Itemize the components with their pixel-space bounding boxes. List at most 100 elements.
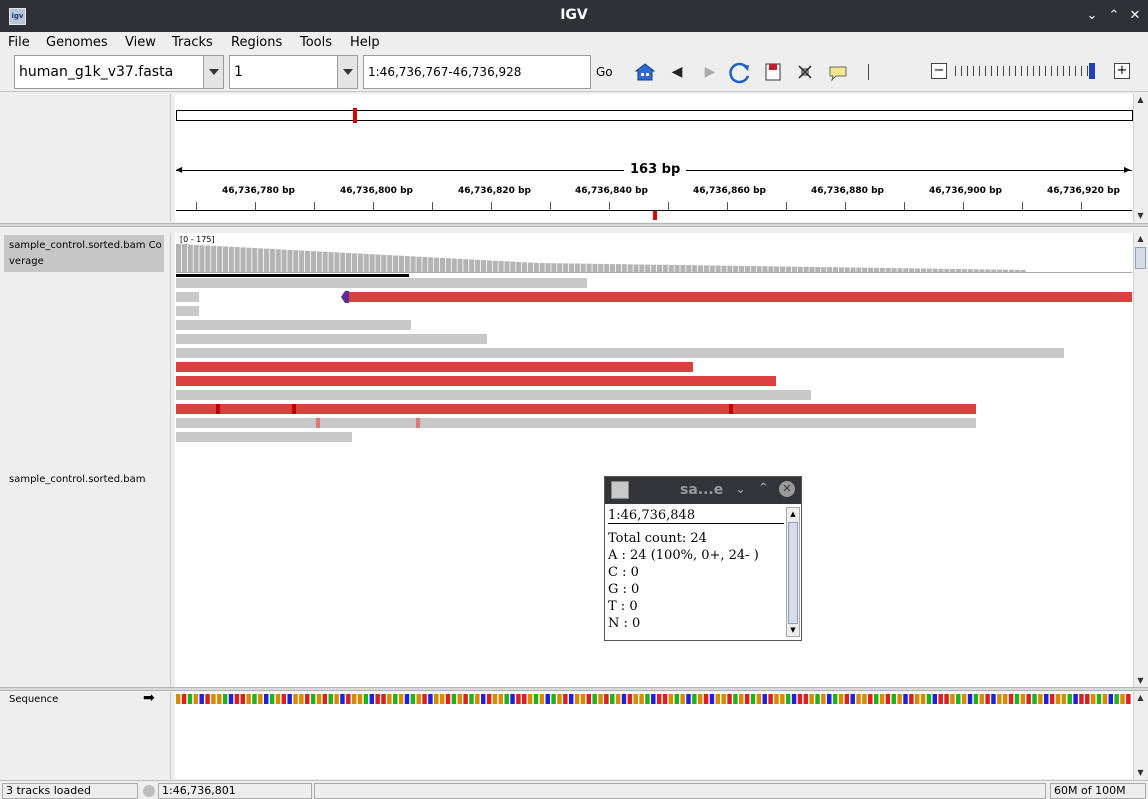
popup-window[interactable]: sa...e ⌄ ⌃ ✕ 1:46,736,848 Total count: 2… <box>604 476 802 641</box>
locus-input[interactable] <box>363 55 591 89</box>
menu-genomes[interactable]: Genomes <box>46 35 108 50</box>
coverage-histogram[interactable] <box>176 244 1132 274</box>
popup-line: G : 0 <box>608 582 640 597</box>
scroll-up-icon[interactable]: ▲ <box>787 508 799 520</box>
message-status <box>314 783 1046 799</box>
sequence-bases[interactable] <box>176 694 1132 704</box>
zoom-slider[interactable] <box>955 63 1107 79</box>
panel-divider[interactable] <box>0 687 1148 691</box>
scroll-down-icon[interactable]: ▼ <box>1134 210 1147 222</box>
read[interactable] <box>345 292 1132 302</box>
scroll-down-icon[interactable]: ▼ <box>1134 675 1147 687</box>
read[interactable] <box>176 390 811 400</box>
zoom-in-button[interactable]: + <box>1114 63 1130 79</box>
span-left-arrow-icon: ◀ <box>176 165 183 174</box>
ruler-tick <box>668 202 669 210</box>
popup-line: N : 0 <box>608 616 641 631</box>
alignment-track-label[interactable]: sample_control.sorted.bam <box>9 474 145 485</box>
mismatch-marker <box>292 404 296 414</box>
popup-title-bar[interactable]: sa...e ⌄ ⌃ ✕ <box>605 477 801 504</box>
ruler-tick <box>1081 202 1082 210</box>
span-label: 163 bp <box>624 162 687 177</box>
scrollbar-thumb[interactable] <box>1135 247 1146 269</box>
scroll-up-icon[interactable]: ▲ <box>1134 233 1147 245</box>
minimize-chevron-icon[interactable]: ⌄ <box>735 482 746 497</box>
ruler-tick <box>963 202 964 210</box>
ruler-tick <box>255 202 256 210</box>
toolbar: human_g1k_v37.fasta 1 Go ◀ ▶ − + <box>0 54 1148 92</box>
ruler-tick <box>314 202 315 210</box>
read[interactable] <box>176 432 352 442</box>
chevron-down-icon[interactable] <box>203 56 223 88</box>
popup-position: 1:46,736,848 <box>608 507 784 524</box>
chevron-down-icon[interactable] <box>337 56 357 88</box>
roi-icon[interactable] <box>765 62 781 82</box>
sequence-track-label[interactable]: Sequence <box>9 694 58 705</box>
coverage-track-label[interactable]: sample_control.sorted.bam Coverage <box>9 238 164 270</box>
home-icon[interactable] <box>634 62 656 82</box>
mismatch-marker <box>316 418 320 428</box>
java-app-icon <box>611 481 629 499</box>
popup-scrollbar[interactable]: ▲ ▼ <box>786 507 800 637</box>
maximize-chevron-icon[interactable]: ⌃ <box>758 481 769 496</box>
go-button[interactable]: Go <box>596 62 613 82</box>
scroll-up-icon[interactable]: ▲ <box>1134 94 1147 106</box>
maximize-chevron-icon[interactable]: ⌃ <box>1106 8 1122 24</box>
resize-icon[interactable] <box>797 62 813 82</box>
window-title: IGV <box>560 7 588 23</box>
toolbar-separator <box>868 64 869 80</box>
ruler-tick <box>550 202 551 210</box>
read[interactable] <box>176 278 587 288</box>
minimize-chevron-icon[interactable]: ⌄ <box>1084 8 1100 24</box>
refresh-icon[interactable] <box>728 62 752 84</box>
chromosome-dropdown[interactable]: 1 <box>229 55 358 89</box>
scroll-up-icon[interactable]: ▲ <box>1134 692 1147 704</box>
menu-tools[interactable]: Tools <box>300 35 332 50</box>
scrollbar-thumb[interactable] <box>788 522 798 624</box>
ruler-tick <box>432 202 433 210</box>
panel-divider[interactable] <box>0 223 1148 227</box>
ruler-tick <box>373 202 374 210</box>
menu-regions[interactable]: Regions <box>231 35 282 50</box>
chromosome-value: 1 <box>234 64 243 80</box>
chromosome-ideogram[interactable] <box>176 110 1133 121</box>
close-icon[interactable]: ✕ <box>1127 8 1143 24</box>
read[interactable] <box>176 292 199 302</box>
popup-line: A : 24 (100%, 0+, 24- ) <box>608 548 759 563</box>
data-scrollbar[interactable]: ▲ ▼ <box>1133 233 1147 687</box>
read[interactable] <box>176 334 487 344</box>
close-icon[interactable]: ✕ <box>779 481 795 497</box>
read[interactable] <box>176 348 1064 358</box>
menu-file[interactable]: File <box>8 35 30 50</box>
ruler-tick <box>904 202 905 210</box>
read[interactable] <box>176 376 776 386</box>
back-arrow-icon[interactable]: ◀ <box>670 62 684 82</box>
ruler-tick-label: 46,736,840 bp <box>575 186 648 196</box>
forward-arrow-icon[interactable]: ▶ <box>703 62 717 82</box>
popup-info-icon[interactable] <box>828 62 848 82</box>
menu-help[interactable]: Help <box>350 35 380 50</box>
ruler-tick-label: 46,736,880 bp <box>811 186 884 196</box>
zoom-out-button[interactable]: − <box>931 63 947 79</box>
strand-arrow-icon[interactable]: ➡ <box>143 690 155 706</box>
menu-tracks[interactable]: Tracks <box>172 35 213 50</box>
feature-scrollbar[interactable]: ▲ ▼ <box>1133 692 1147 779</box>
genome-dropdown[interactable]: human_g1k_v37.fasta <box>14 55 224 89</box>
read-selection-bar <box>176 274 409 277</box>
genome-value: human_g1k_v37.fasta <box>19 64 174 80</box>
scroll-down-icon[interactable]: ▼ <box>1134 767 1147 779</box>
header-name-panel <box>4 94 171 222</box>
coverage-baseline <box>176 272 1132 273</box>
ruler-tick <box>491 202 492 210</box>
read[interactable] <box>176 404 976 414</box>
read[interactable] <box>176 362 693 372</box>
ruler-tick-label: 46,736,920 bp <box>1047 186 1120 196</box>
read[interactable] <box>176 306 199 316</box>
header-scrollbar[interactable]: ▲ ▼ <box>1133 94 1147 222</box>
ruler-tick <box>609 202 610 210</box>
menu-view[interactable]: View <box>125 35 156 50</box>
span-right-arrow-icon: ▶ <box>1124 165 1131 174</box>
read[interactable] <box>176 418 976 428</box>
scroll-down-icon[interactable]: ▼ <box>787 624 799 636</box>
read[interactable] <box>176 320 411 330</box>
